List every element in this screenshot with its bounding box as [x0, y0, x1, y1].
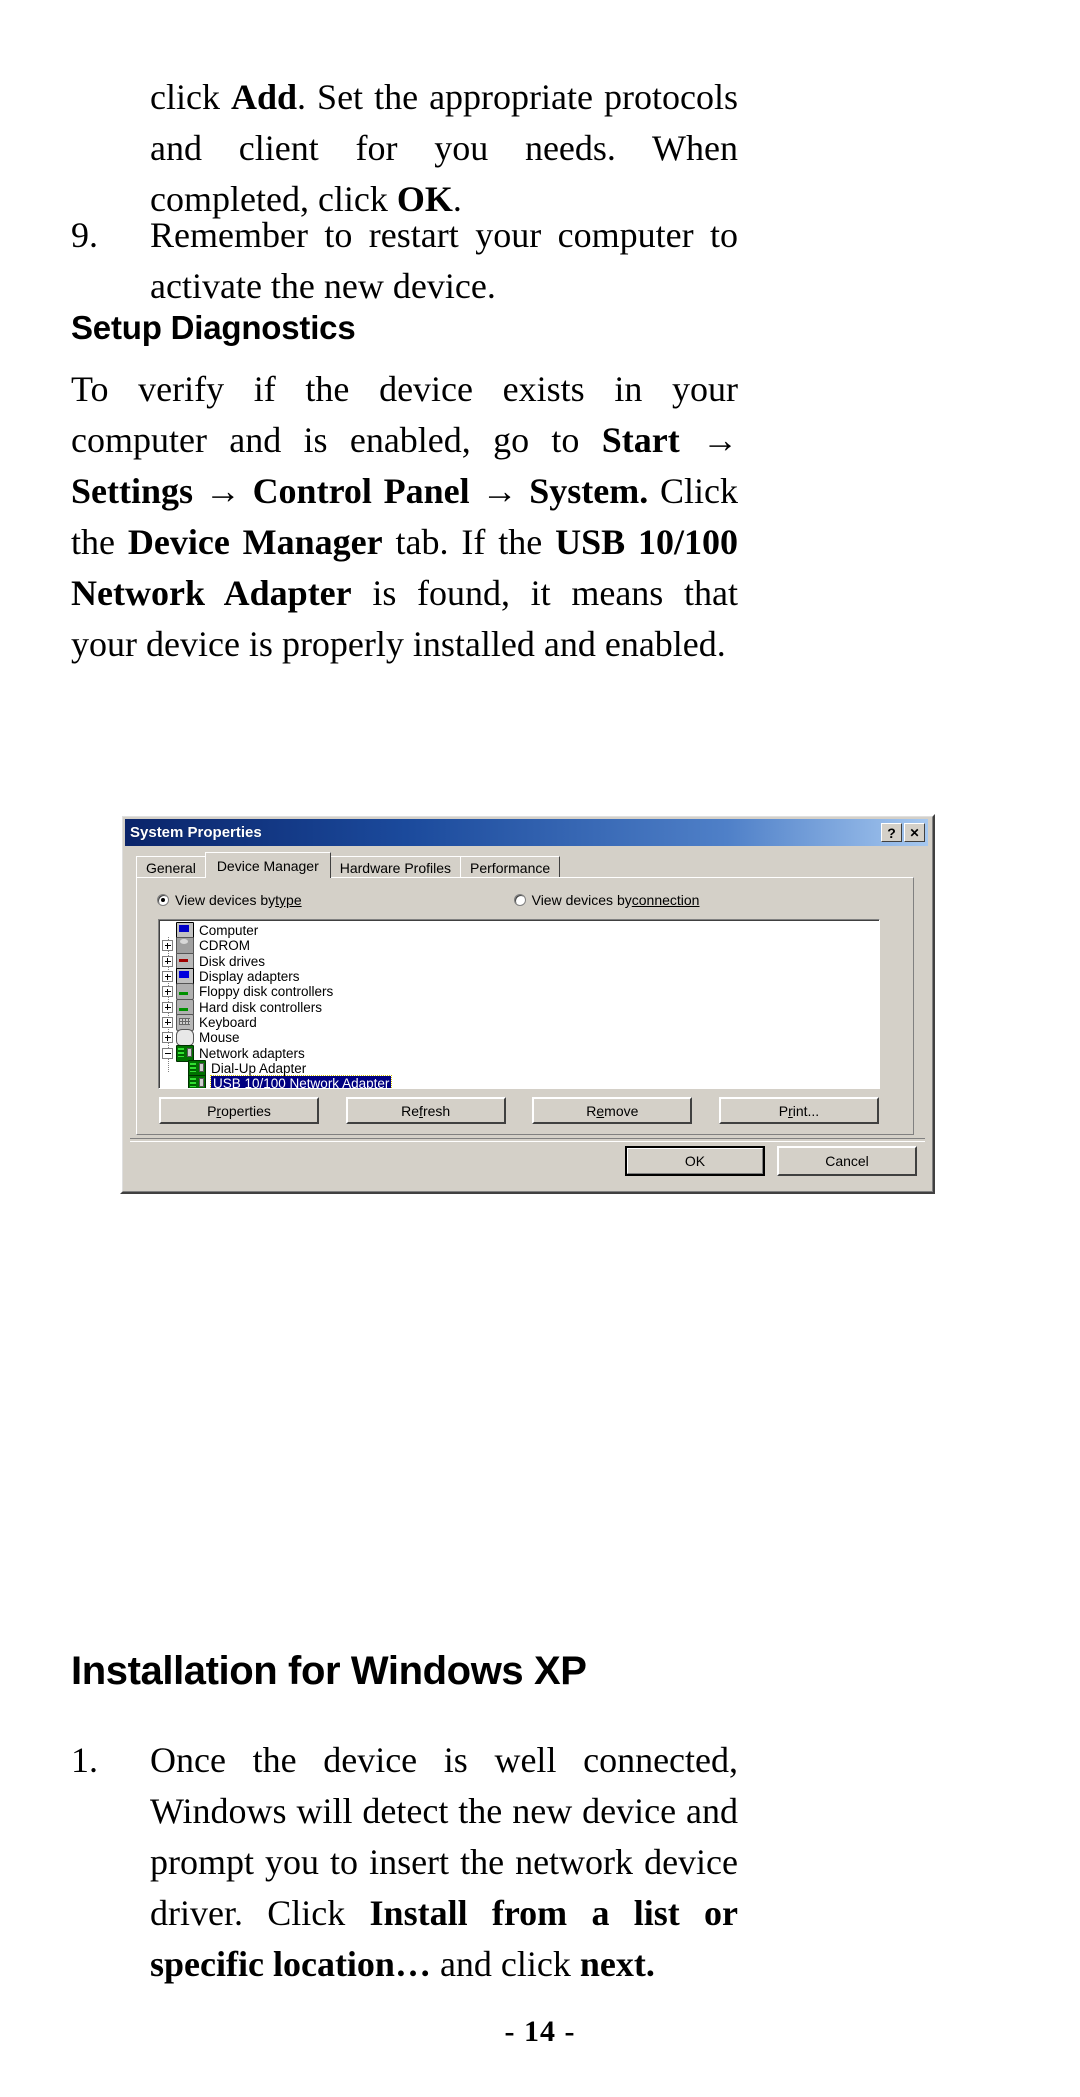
- tree-item[interactable]: Keyboard: [162, 1013, 879, 1031]
- tree-item-label: Hard disk controllers: [199, 999, 323, 1015]
- tree-item-label: Floppy disk controllers: [199, 984, 334, 1000]
- expand-plus-icon[interactable]: [162, 986, 173, 998]
- ok-button[interactable]: OK: [625, 1146, 765, 1176]
- properties-button[interactable]: Pr operties: [159, 1097, 319, 1124]
- tree-item-label: Display adapters: [199, 969, 300, 985]
- tree-item[interactable]: CDROM: [162, 937, 879, 955]
- refresh-label-pre: Re: [401, 1102, 420, 1119]
- expand-plus-icon[interactable]: [162, 955, 173, 967]
- verify-bold-device-manager: Device Manager: [127, 522, 383, 562]
- print-label-post: int...: [792, 1102, 820, 1119]
- paragraph-step9: Remember to restart your computer to act…: [150, 215, 738, 306]
- tree-item[interactable]: Mouse: [162, 1029, 879, 1047]
- tree-item[interactable]: Display adapters: [162, 968, 879, 986]
- paragraph-step8-continuation: click Add. Set the appropriate protocols…: [150, 72, 738, 225]
- tree-item[interactable]: Dial-Up Adapter: [162, 1059, 879, 1077]
- network-adapter-icon: [176, 1044, 194, 1062]
- ok-button-label: OK: [627, 1148, 763, 1174]
- device-tree[interactable]: Computer CDROM Disk drives Display adapt…: [158, 919, 880, 1089]
- radio-view-by-type[interactable]: View devices by type: [157, 892, 302, 908]
- verify-bold-control-panel: Control Panel: [252, 471, 470, 511]
- tab-performance[interactable]: Performance: [460, 856, 561, 878]
- dialog-divider: [130, 1138, 925, 1142]
- verify-t3: tab. If the: [382, 522, 556, 562]
- radio-view-by-connection[interactable]: View devices by connection: [513, 892, 700, 908]
- floppy-controller-icon: [176, 983, 194, 1001]
- radio-view-by-connection-label-pre: View devices by: [531, 892, 632, 908]
- print-button[interactable]: Pr int...: [718, 1097, 879, 1124]
- heading-installation-windows-xp: Installation for Windows XP: [71, 1649, 587, 1693]
- remove-label-pre: R: [586, 1102, 597, 1119]
- help-icon[interactable]: ?: [881, 823, 902, 842]
- device-manager-panel: View devices by type View devices by con…: [136, 877, 914, 1135]
- step1-bold-next: next.: [579, 1944, 655, 1984]
- radio-view-by-type-accel: type: [275, 892, 302, 908]
- radio-view-by-type-label-pre: View devices by: [175, 892, 276, 908]
- expand-plus-icon[interactable]: [162, 1016, 173, 1028]
- tree-item[interactable]: Floppy disk controllers: [162, 983, 879, 1001]
- page-number: - 14 -: [504, 2015, 576, 2048]
- system-properties-dialog: System Properties ? ✕ General Device Man…: [120, 814, 935, 1194]
- tree-item[interactable]: Disk drives: [162, 952, 879, 970]
- tree-item-label: Network adapters: [199, 1045, 305, 1061]
- paragraph-step1: Once the device is well connected, Windo…: [150, 1735, 738, 1990]
- refresh-button[interactable]: Re f resh: [345, 1097, 506, 1124]
- remove-accel: e: [596, 1102, 605, 1119]
- tree-item[interactable]: Network adapters: [162, 1044, 879, 1062]
- tab-hardware-profiles[interactable]: Hardware Profiles: [329, 856, 462, 878]
- step9-number: 9.: [71, 215, 98, 255]
- print-label-pre: P: [778, 1102, 789, 1119]
- document-page: click Add. Set the appropriate protocols…: [0, 0, 1080, 2097]
- heading-setup-diagnostics: Setup Diagnostics: [71, 309, 356, 346]
- tree-item-label: CDROM: [199, 938, 250, 954]
- tab-general[interactable]: General: [136, 856, 206, 878]
- radio-view-by-connection-accel: connection: [631, 892, 700, 908]
- dialog-title: System Properties: [130, 824, 262, 841]
- close-icon[interactable]: ✕: [904, 823, 925, 842]
- tree-item-label: Computer: [199, 923, 259, 939]
- verify-arrow-3: →: [469, 471, 530, 511]
- view-mode-radio-group: View devices by type View devices by con…: [157, 892, 897, 908]
- tree-item[interactable]: Computer: [162, 922, 879, 940]
- tree-item-label: Mouse: [199, 1030, 240, 1046]
- network-adapter-icon: [188, 1075, 206, 1088]
- verify-bold-start: Start: [601, 420, 680, 460]
- tree-item-label: USB 10/100 Network Adapter: [209, 1075, 393, 1088]
- paragraph-verify: To verify if the device exists in your c…: [71, 364, 738, 670]
- verify-bold-settings: Settings: [71, 471, 194, 511]
- properties-label-post: operties: [221, 1102, 271, 1119]
- tree-item-selected[interactable]: USB 10/100 Network Adapter: [162, 1075, 879, 1088]
- device-action-buttons: Pr operties Re f resh Re move Pr int...: [159, 1097, 879, 1124]
- tree-item-label: Keyboard: [199, 1014, 257, 1030]
- dialog-footer-buttons: OK Cancel: [613, 1146, 917, 1176]
- remove-button[interactable]: Re move: [532, 1097, 693, 1124]
- cancel-button[interactable]: Cancel: [777, 1146, 917, 1176]
- verify-bold-system: System.: [529, 471, 649, 511]
- radio-button-icon[interactable]: [157, 894, 169, 906]
- verify-arrow-1: →: [679, 420, 738, 460]
- collapse-minus-icon[interactable]: [162, 1047, 173, 1059]
- expand-plus-icon[interactable]: [162, 1032, 173, 1044]
- tree-item-label: Disk drives: [199, 953, 266, 969]
- expand-plus-icon[interactable]: [162, 971, 173, 983]
- step1-number: 1.: [71, 1740, 98, 1780]
- tree-item-label: Dial-Up Adapter: [211, 1060, 307, 1076]
- tab-device-manager[interactable]: Device Manager: [204, 852, 331, 878]
- properties-label-pre: P: [207, 1102, 217, 1119]
- dialog-title-bar: System Properties ? ✕: [125, 819, 928, 846]
- step8-lead: click: [150, 77, 231, 117]
- mouse-icon: [176, 1029, 194, 1047]
- cdrom-icon: [176, 937, 194, 955]
- verify-arrow-2: →: [193, 471, 253, 511]
- dialog-tabstrip: General Device Manager Hardware Profiles…: [136, 852, 914, 878]
- expand-plus-icon[interactable]: [162, 1001, 173, 1013]
- radio-button-icon[interactable]: [513, 894, 526, 906]
- expand-plus-icon[interactable]: [162, 940, 173, 952]
- refresh-label-post: resh: [422, 1102, 451, 1119]
- remove-label-post: move: [604, 1102, 639, 1119]
- step8-bold-add: Add: [230, 77, 298, 117]
- tree-item[interactable]: Hard disk controllers: [162, 998, 879, 1016]
- step1-t2: and click: [430, 1944, 580, 1984]
